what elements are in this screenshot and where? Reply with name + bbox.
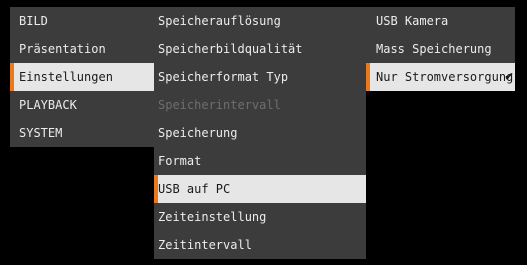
menu-item-speicherung[interactable]: Speicherung — [154, 119, 366, 147]
check-icon: ✔ — [505, 69, 513, 84]
menu-item-zeitintervall[interactable]: Zeitintervall — [154, 231, 366, 259]
menu-item-nur-stromversorgung[interactable]: Nur Stromversorgung ✔ — [366, 63, 515, 91]
menu-item-bild[interactable]: BILD — [10, 7, 154, 35]
menu-item-mass-speicherung[interactable]: Mass Speicherung — [366, 35, 515, 63]
menu-item-speicheraufloesung[interactable]: Speicherauflösung — [154, 7, 366, 35]
menu-item-format[interactable]: Format — [154, 147, 366, 175]
menu-item-system[interactable]: SYSTEM — [10, 119, 154, 147]
menu-item-playback[interactable]: PLAYBACK — [10, 91, 154, 119]
menu-item-einstellungen[interactable]: Einstellungen — [10, 63, 154, 91]
main-menu: BILD Präsentation Einstellungen PLAYBACK… — [10, 7, 154, 147]
menu-item-zeiteinstellung[interactable]: Zeiteinstellung — [154, 203, 366, 231]
usb-submenu: USB Kamera Mass Speicherung Nur Stromver… — [366, 7, 515, 91]
menu-item-speicherbildqualitaet[interactable]: Speicherbildqualität — [154, 35, 366, 63]
menu-item-speicherintervall: Speicherintervall — [158, 98, 281, 112]
menu-item-usb-auf-pc[interactable]: USB auf PC — [154, 175, 366, 203]
menu-item-praesentation[interactable]: Präsentation — [10, 35, 154, 63]
menu-item-speicherformat-typ[interactable]: Speicherformat Typ — [154, 63, 366, 91]
menu-item-label: Nur Stromversorgung — [376, 70, 514, 84]
menu-item-usb-kamera[interactable]: USB Kamera — [366, 7, 515, 35]
settings-submenu: Speicherauflösung Speicherbildqualität S… — [154, 7, 366, 259]
